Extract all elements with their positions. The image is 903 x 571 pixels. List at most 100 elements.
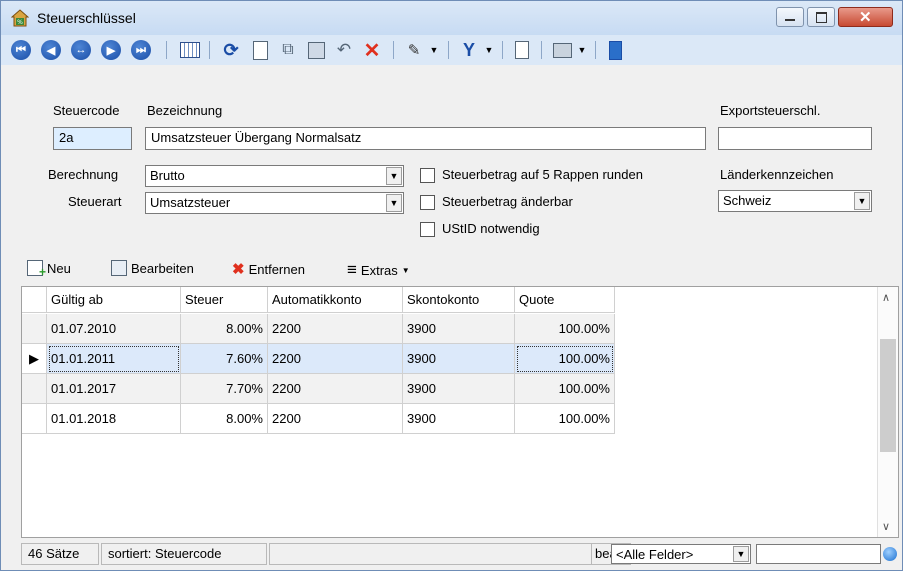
table-row-selected[interactable]: ▶ 01.01.2011 7.60% 2200 3900 100.00% xyxy=(22,344,615,374)
neu-label: Neu xyxy=(47,260,71,276)
column-header[interactable]: Quote xyxy=(515,287,615,313)
maximize-button[interactable] xyxy=(807,7,835,27)
berechnung-value: Brutto xyxy=(150,168,185,183)
scroll-down-icon[interactable]: ∨ xyxy=(882,520,890,533)
pin-button[interactable]: ✎ xyxy=(403,39,425,61)
chevron-down-icon[interactable]: ▼ xyxy=(733,546,749,562)
cell-date[interactable]: 01.07.2010 xyxy=(47,314,181,344)
vertical-scrollbar[interactable]: ∧ ∨ xyxy=(877,287,898,537)
column-header[interactable]: Skontokonto xyxy=(403,287,515,313)
table-view-button[interactable] xyxy=(179,39,201,61)
steuerart-label: Steuerart xyxy=(68,194,122,209)
ustid-checkbox[interactable] xyxy=(420,222,435,237)
entfernen-label: Entfernen xyxy=(248,261,305,277)
chevron-down-icon[interactable]: ▼ xyxy=(386,194,402,212)
field-value: <Alle Felder> xyxy=(616,547,694,562)
last-icon: ⏭ xyxy=(131,40,151,60)
save-icon xyxy=(307,41,325,59)
column-header[interactable]: Gültig ab xyxy=(47,287,181,313)
print-dropdown[interactable]: ▼ xyxy=(575,39,589,61)
toolbar-separator xyxy=(209,41,210,59)
record-count: 46 Sätze xyxy=(21,543,99,565)
minimize-button[interactable] xyxy=(776,7,804,27)
editable-checkbox[interactable] xyxy=(420,195,435,210)
undo-button[interactable]: ↶ xyxy=(333,39,355,61)
cell-date[interactable]: 01.01.2018 xyxy=(47,404,181,434)
cell-skonto[interactable]: 3900 xyxy=(403,404,515,434)
cell-skonto[interactable]: 3900 xyxy=(403,314,515,344)
scroll-up-icon[interactable]: ∧ xyxy=(882,291,890,304)
filter-icon: Y xyxy=(462,39,475,60)
export-label: Exportsteuerschl. xyxy=(720,103,821,118)
cell-auto[interactable]: 2200 xyxy=(268,374,403,404)
delete-button[interactable]: ✕ xyxy=(361,39,383,62)
globe-icon[interactable] xyxy=(883,547,897,561)
entfernen-button[interactable]: ✖ Entfernen xyxy=(232,260,305,278)
cell-skonto[interactable]: 3900 xyxy=(403,374,515,404)
last-record-button[interactable]: ⏭ xyxy=(131,39,151,61)
filter-button[interactable]: Y xyxy=(458,39,480,61)
close-icon: ✕ xyxy=(859,9,872,26)
extras-button[interactable]: ≡ Extras ▼ xyxy=(347,260,410,280)
cell-quote[interactable]: 100.00% xyxy=(515,374,615,404)
dataset-icon xyxy=(515,41,529,59)
steuerart-value: Umsatzsteuer xyxy=(150,195,231,210)
ustid-checkbox-label: UStID notwendig xyxy=(442,221,540,236)
row-indicator xyxy=(22,374,47,404)
search-record-button[interactable]: ↔ xyxy=(71,39,91,61)
export-field[interactable] xyxy=(718,127,872,150)
first-record-button[interactable]: ⏮ xyxy=(11,39,31,61)
column-header[interactable]: Steuer xyxy=(181,287,268,313)
row-indicator xyxy=(22,314,47,344)
scroll-thumb[interactable] xyxy=(880,339,896,452)
save-button[interactable] xyxy=(305,39,327,61)
cell-auto[interactable]: 2200 xyxy=(268,404,403,434)
copy-button[interactable]: ⧉ xyxy=(277,39,299,61)
dataset-button[interactable] xyxy=(511,39,533,61)
steuerart-select[interactable]: Umsatzsteuer ▼ xyxy=(145,192,404,214)
new-button[interactable] xyxy=(249,39,271,61)
search-input[interactable] xyxy=(756,544,881,564)
table-row[interactable]: 01.01.2018 8.00% 2200 3900 100.00% xyxy=(22,404,615,434)
cell-steuer[interactable]: 8.00% xyxy=(181,404,268,434)
previous-record-button[interactable]: ◀ xyxy=(41,39,61,61)
cell-skonto[interactable]: 3900 xyxy=(403,344,515,374)
laender-select[interactable]: Schweiz ▼ xyxy=(718,190,872,212)
cell-date[interactable]: 01.01.2017 xyxy=(47,374,181,404)
cell-quote[interactable]: 100.00% xyxy=(515,314,615,344)
field-select[interactable]: <Alle Felder> ▼ xyxy=(611,544,751,564)
print-button[interactable] xyxy=(551,39,573,61)
cell-quote[interactable]: 100.00% xyxy=(515,404,615,434)
close-button[interactable]: ✕ xyxy=(838,7,893,27)
detail-form: Steuercode Bezeichnung Exportsteuerschl.… xyxy=(1,65,902,249)
cell-date[interactable]: 01.01.2011 xyxy=(47,344,181,374)
table-row[interactable]: 01.07.2010 8.00% 2200 3900 100.00% xyxy=(22,314,615,344)
chevron-down-icon: ▼ xyxy=(401,265,410,275)
bezeichnung-field[interactable]: Umsatzsteuer Übergang Normalsatz xyxy=(145,127,706,150)
round-checkbox[interactable] xyxy=(420,168,435,183)
cell-steuer[interactable]: 7.70% xyxy=(181,374,268,404)
cell-auto[interactable]: 2200 xyxy=(268,344,403,374)
neu-button[interactable]: + Neu xyxy=(27,260,71,279)
table-row[interactable]: 01.01.2017 7.70% 2200 3900 100.00% xyxy=(22,374,615,404)
svg-text:%: % xyxy=(17,19,23,26)
berechnung-select[interactable]: Brutto ▼ xyxy=(145,165,404,187)
next-record-button[interactable]: ▶ xyxy=(101,39,121,61)
bearbeiten-button[interactable]: Bearbeiten xyxy=(111,260,194,276)
first-icon: ⏮ xyxy=(11,40,31,60)
next-icon: ▶ xyxy=(101,40,121,60)
book-button[interactable] xyxy=(604,39,626,61)
undo-icon: ↶ xyxy=(336,40,352,59)
chevron-down-icon[interactable]: ▼ xyxy=(854,192,870,210)
filter-dropdown[interactable]: ▼ xyxy=(482,39,496,61)
cell-steuer[interactable]: 8.00% xyxy=(181,314,268,344)
chevron-down-icon[interactable]: ▼ xyxy=(386,167,402,185)
pin-dropdown[interactable]: ▼ xyxy=(427,39,441,61)
steuercode-field[interactable]: 2a xyxy=(53,127,132,150)
cell-steuer[interactable]: 7.60% xyxy=(181,344,268,374)
cell-auto[interactable]: 2200 xyxy=(268,314,403,344)
pin-icon: ✎ xyxy=(407,42,421,59)
cell-quote[interactable]: 100.00% xyxy=(515,344,615,374)
refresh-button[interactable]: ⟳ xyxy=(220,39,242,61)
column-header[interactable]: Automatikkonto xyxy=(268,287,403,313)
